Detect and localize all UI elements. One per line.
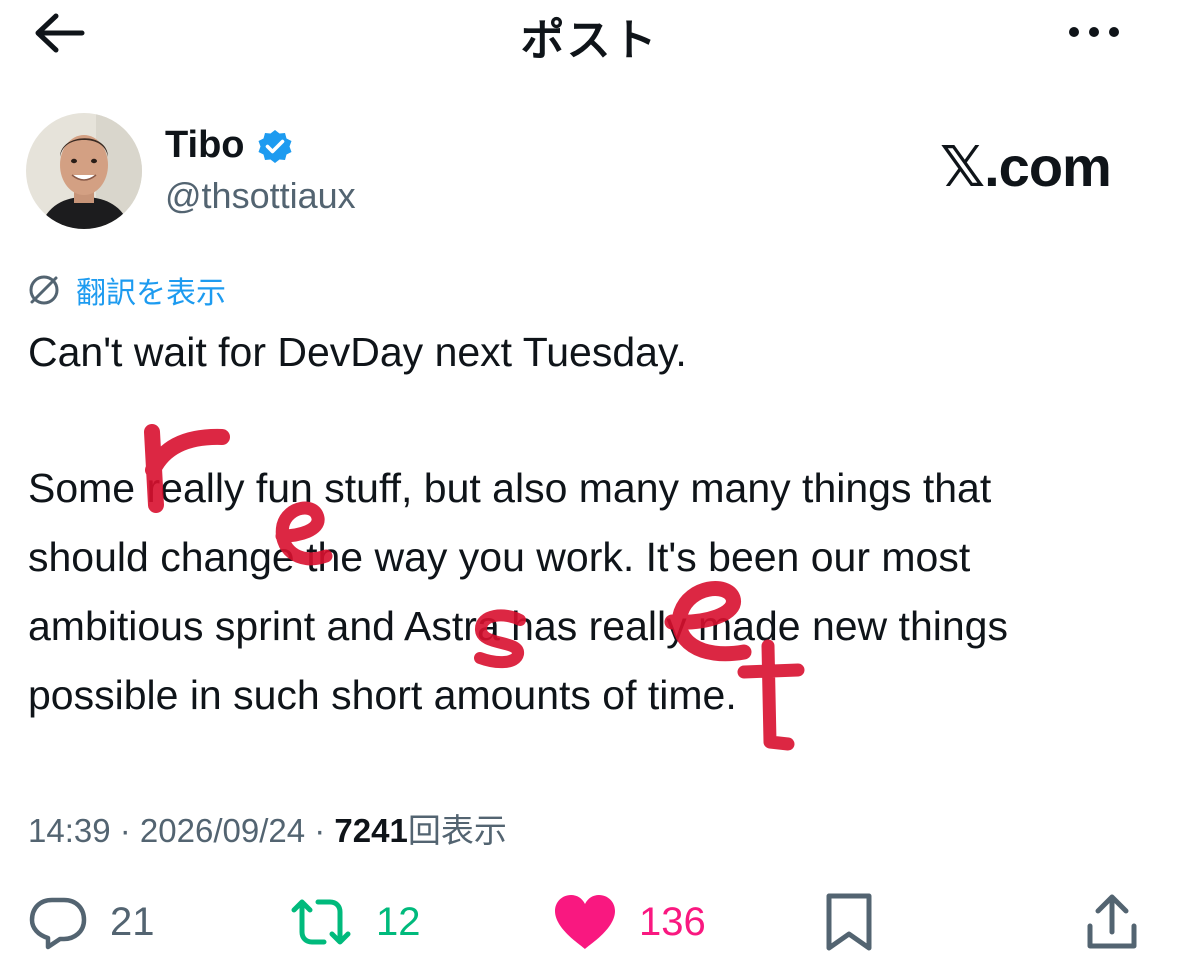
tweet-text-line: Some really fun stuff, but also many man… <box>28 465 992 511</box>
post-time: 14:39 <box>28 812 111 849</box>
tweet-text-line: should change the way you work. It's bee… <box>28 534 971 580</box>
verified-badge-icon <box>256 128 294 166</box>
tweet-text-line: possible in such short amounts of time. <box>28 672 737 718</box>
repost-count: 12 <box>376 899 421 944</box>
translate-button[interactable]: 翻訳を表示 <box>26 270 226 310</box>
bookmark-button[interactable] <box>825 890 873 954</box>
reply-count: 21 <box>110 899 155 944</box>
more-dots-icon <box>1069 27 1119 37</box>
tweet-text-line: Can't wait for DevDay next Tuesday. <box>28 329 687 375</box>
like-count: 136 <box>639 899 706 944</box>
avatar[interactable] <box>26 113 142 229</box>
share-button[interactable] <box>1084 890 1140 954</box>
reply-button[interactable]: 21 <box>28 890 155 954</box>
repost-button[interactable]: 12 <box>288 890 421 954</box>
share-upload-icon <box>1087 894 1137 949</box>
tweet-text-line: ambitious sprint and Astra has really ma… <box>28 603 1008 649</box>
reply-bubble-icon <box>29 897 87 950</box>
handwritten-letter-t <box>737 639 805 751</box>
post-date: 2026/09/24 <box>139 812 306 849</box>
page-title: ポスト <box>520 16 659 65</box>
view-count-suffix: 回表示 <box>407 812 507 849</box>
author-name[interactable]: Tibo <box>165 124 245 167</box>
repost-arrows-icon <box>291 899 351 945</box>
translate-globe-icon <box>29 275 59 305</box>
post-meta: 14:39 · 2026/09/24 · 7241回表示 <box>28 812 507 849</box>
heart-icon <box>555 895 615 949</box>
x-logo-watermark: 𝕏.com <box>940 135 1112 198</box>
author-handle[interactable]: @thsottiaux <box>165 175 356 217</box>
like-button[interactable]: 136 <box>553 890 706 954</box>
more-options-button[interactable] <box>1058 12 1130 52</box>
avatar-photo <box>26 113 142 229</box>
translate-label: 翻訳を表示 <box>76 277 226 310</box>
view-count: 7241 <box>334 812 408 849</box>
bookmark-icon <box>826 893 872 951</box>
